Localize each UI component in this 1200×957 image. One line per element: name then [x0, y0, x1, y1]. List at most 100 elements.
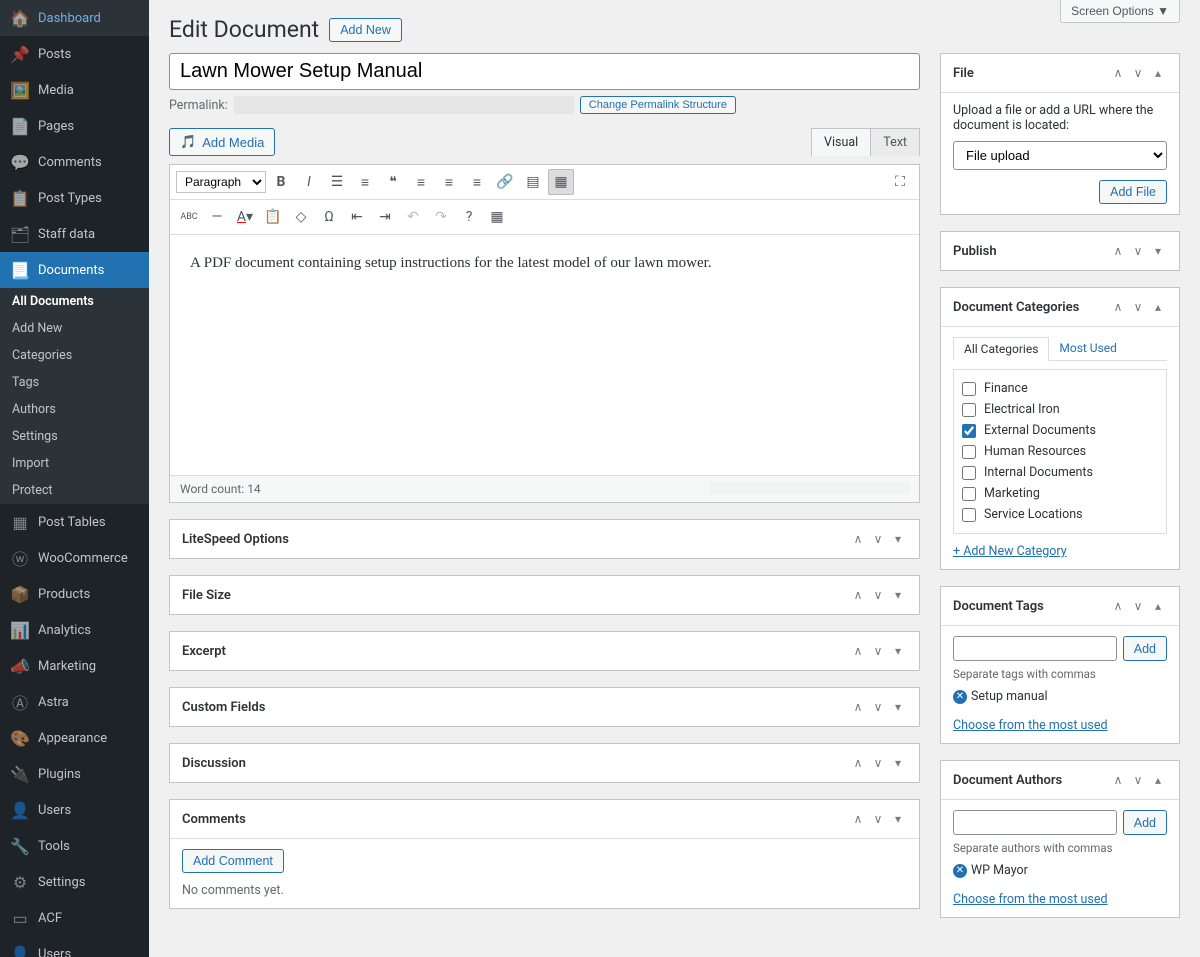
move-up-icon[interactable]: ∧ — [849, 530, 867, 548]
toggle-icon[interactable]: ▾ — [889, 530, 907, 548]
fullscreen-icon[interactable]: ⛶ — [887, 169, 913, 195]
category-checkbox[interactable] — [962, 508, 976, 522]
blockquote-icon[interactable]: ❝ — [380, 169, 406, 195]
redo-icon[interactable]: ↷ — [428, 204, 454, 230]
category-checkbox[interactable] — [962, 382, 976, 396]
submenu-item-categories[interactable]: Categories — [0, 342, 149, 369]
change-permalink-button[interactable]: Change Permalink Structure — [580, 96, 736, 114]
category-checkbox[interactable] — [962, 424, 976, 438]
metabox-header-comments[interactable]: Comments ∧ ∨ ▾ — [170, 800, 919, 839]
screen-options-button[interactable]: Screen Options ▼ — [1060, 0, 1180, 23]
move-up-icon[interactable]: ∧ — [849, 810, 867, 828]
sidebar-item-dashboard[interactable]: 🏠Dashboard — [0, 0, 149, 36]
outdent-icon[interactable]: ⇤ — [344, 204, 370, 230]
table-icon[interactable]: ▦ — [484, 204, 510, 230]
toolbar-toggle-icon[interactable]: ▦ — [548, 169, 574, 195]
format-select[interactable]: Paragraph — [176, 171, 266, 193]
toggle-icon[interactable]: ▾ — [889, 698, 907, 716]
sidebar-item-analytics[interactable]: 📊Analytics — [0, 612, 149, 648]
sidebar-item-acf[interactable]: ▭ACF — [0, 900, 149, 936]
submenu-item-protect[interactable]: Protect — [0, 477, 149, 504]
move-down-icon[interactable]: ∨ — [1129, 771, 1147, 789]
category-checkbox[interactable] — [962, 445, 976, 459]
move-up-icon[interactable]: ∧ — [849, 586, 867, 604]
toggle-icon[interactable]: ▴ — [1149, 771, 1167, 789]
add-new-category-link[interactable]: + Add New Category — [953, 544, 1067, 559]
submenu-item-authors[interactable]: Authors — [0, 396, 149, 423]
metabox-header-authors[interactable]: Document Authors ∧∨▴ — [941, 761, 1179, 800]
italic-icon[interactable]: I — [296, 169, 322, 195]
sidebar-item-posts[interactable]: 📌Posts — [0, 36, 149, 72]
tab-visual[interactable]: Visual — [811, 128, 871, 156]
sidebar-item-tools[interactable]: 🔧Tools — [0, 828, 149, 864]
category-checkbox[interactable] — [962, 487, 976, 501]
toggle-icon[interactable]: ▾ — [889, 642, 907, 660]
bold-icon[interactable]: B — [268, 169, 294, 195]
move-down-icon[interactable]: ∨ — [869, 698, 887, 716]
metabox-header[interactable]: LiteSpeed Options∧∨▾ — [170, 520, 919, 558]
submenu-item-tags[interactable]: Tags — [0, 369, 149, 396]
category-item-human-resources[interactable]: Human Resources — [962, 441, 1158, 462]
sidebar-item-documents[interactable]: 📃Documents — [0, 252, 149, 288]
submenu-item-add-new[interactable]: Add New — [0, 315, 149, 342]
help-icon[interactable]: ? — [456, 204, 482, 230]
metabox-header-file[interactable]: File ∧∨▴ — [941, 54, 1179, 93]
indent-icon[interactable]: ⇥ — [372, 204, 398, 230]
metabox-header[interactable]: Excerpt∧∨▾ — [170, 632, 919, 670]
metabox-header[interactable]: Discussion∧∨▾ — [170, 744, 919, 782]
sidebar-item-marketing[interactable]: 📣Marketing — [0, 648, 149, 684]
metabox-header[interactable]: Custom Fields∧∨▾ — [170, 688, 919, 726]
add-file-button[interactable]: Add File — [1099, 180, 1167, 204]
submenu-item-settings[interactable]: Settings — [0, 423, 149, 450]
move-down-icon[interactable]: ∨ — [869, 530, 887, 548]
bullet-list-icon[interactable]: ☰ — [324, 169, 350, 195]
sidebar-item-users[interactable]: 👤Users — [0, 792, 149, 828]
sidebar-item-post-tables[interactable]: ▦Post Tables — [0, 504, 149, 540]
sidebar-item-appearance[interactable]: 🎨Appearance — [0, 720, 149, 756]
move-up-icon[interactable]: ∧ — [849, 642, 867, 660]
metabox-header-publish[interactable]: Publish ∧∨▾ — [941, 232, 1179, 270]
toggle-icon[interactable]: ▴ — [1149, 597, 1167, 615]
tab-most-used[interactable]: Most Used — [1049, 337, 1127, 360]
move-down-icon[interactable]: ∨ — [869, 810, 887, 828]
metabox-header[interactable]: File Size∧∨▾ — [170, 576, 919, 614]
category-checkbox[interactable] — [962, 466, 976, 480]
move-up-icon[interactable]: ∧ — [849, 698, 867, 716]
move-down-icon[interactable]: ∨ — [1129, 597, 1147, 615]
add-tag-button[interactable]: Add — [1123, 636, 1167, 661]
move-up-icon[interactable]: ∧ — [1109, 64, 1127, 82]
strikethrough-icon[interactable]: ABC — [176, 204, 202, 230]
author-input[interactable] — [953, 810, 1117, 835]
tab-all-categories[interactable]: All Categories — [953, 337, 1049, 361]
add-media-button[interactable]: 🎵 Add Media — [169, 128, 275, 156]
remove-author-icon[interactable]: ✕ — [953, 864, 967, 878]
category-item-external-documents[interactable]: External Documents — [962, 420, 1158, 441]
sidebar-item-woocommerce[interactable]: ⓦWooCommerce — [0, 540, 149, 576]
align-right-icon[interactable]: ≡ — [464, 169, 490, 195]
paste-text-icon[interactable]: 📋 — [260, 204, 286, 230]
submenu-item-import[interactable]: Import — [0, 450, 149, 477]
clear-format-icon[interactable]: ◇ — [288, 204, 314, 230]
read-more-icon[interactable]: ▤ — [520, 169, 546, 195]
category-item-finance[interactable]: Finance — [962, 378, 1158, 399]
move-down-icon[interactable]: ∨ — [1129, 298, 1147, 316]
sidebar-item-settings[interactable]: ⚙Settings — [0, 864, 149, 900]
submenu-item-all-documents[interactable]: All Documents — [0, 288, 149, 315]
move-up-icon[interactable]: ∧ — [1109, 242, 1127, 260]
add-author-button[interactable]: Add — [1123, 810, 1167, 835]
add-new-button[interactable]: Add New — [329, 18, 402, 42]
sidebar-item-comments[interactable]: 💬Comments — [0, 144, 149, 180]
choose-most-used-tags-link[interactable]: Choose from the most used — [953, 718, 1108, 733]
toggle-icon[interactable]: ▾ — [889, 810, 907, 828]
category-item-marketing[interactable]: Marketing — [962, 483, 1158, 504]
editor-content[interactable]: A PDF document containing setup instruct… — [170, 235, 919, 475]
category-item-service-locations[interactable]: Service Locations — [962, 504, 1158, 525]
sidebar-item-products[interactable]: 📦Products — [0, 576, 149, 612]
link-icon[interactable]: 🔗 — [492, 169, 518, 195]
align-left-icon[interactable]: ≡ — [408, 169, 434, 195]
move-down-icon[interactable]: ∨ — [869, 754, 887, 772]
move-up-icon[interactable]: ∧ — [1109, 298, 1127, 316]
move-up-icon[interactable]: ∧ — [1109, 597, 1127, 615]
move-up-icon[interactable]: ∧ — [849, 754, 867, 772]
move-down-icon[interactable]: ∨ — [1129, 64, 1147, 82]
